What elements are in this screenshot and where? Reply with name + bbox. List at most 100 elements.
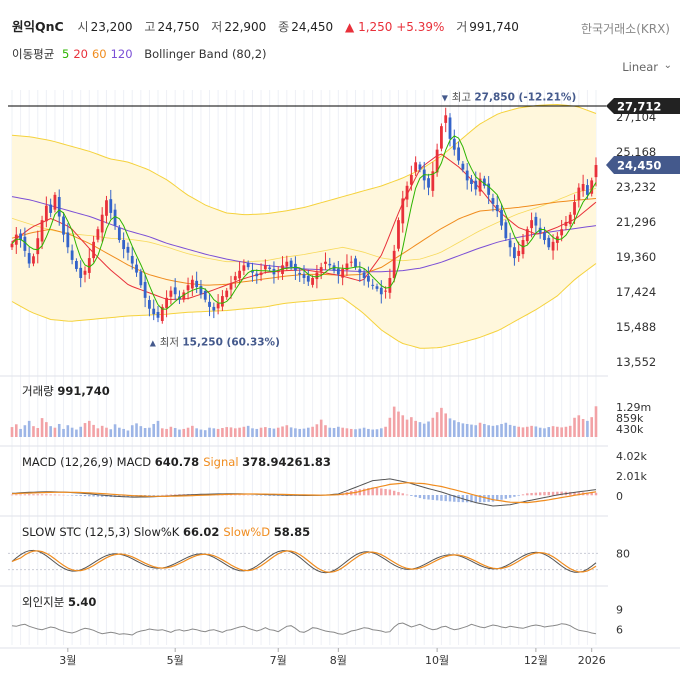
candle-body xyxy=(401,198,405,224)
volume-bar xyxy=(452,420,456,437)
macd-histogram-bar xyxy=(375,487,379,496)
macd-histogram-bar xyxy=(10,494,14,496)
volume-bar xyxy=(246,425,250,437)
candle-body xyxy=(560,229,564,236)
highest-annotation: 최고 27,850 (-12.21%) xyxy=(452,92,577,104)
candle-body xyxy=(358,269,362,273)
candle-body xyxy=(242,265,246,271)
volume-bar xyxy=(543,428,546,437)
macd-histogram-bar xyxy=(384,488,387,496)
highest-value: 27,850 (-12.21%) xyxy=(474,92,576,104)
candle-body xyxy=(27,253,31,264)
price-tick-label: 17,424 xyxy=(616,285,656,299)
macd-histogram-bar xyxy=(530,492,533,496)
macd-tick-label: 4.02k xyxy=(616,450,647,463)
candle-body xyxy=(465,170,469,181)
stc-tick-label: 80 xyxy=(616,547,630,560)
lowest-label: 최저 xyxy=(160,336,183,348)
volume-bar xyxy=(27,420,31,437)
macd-histogram-bar xyxy=(513,495,516,497)
candle-body xyxy=(513,247,516,259)
candle-body xyxy=(397,220,400,249)
volume-bar xyxy=(285,425,289,437)
volume-bar xyxy=(495,425,499,437)
volume-bar xyxy=(118,427,121,437)
volume-bar xyxy=(315,424,319,437)
volume-bar xyxy=(525,426,529,437)
volume-bar xyxy=(414,420,417,437)
volume-bar xyxy=(268,428,271,437)
candle-body xyxy=(427,178,430,188)
volume-bar xyxy=(581,419,585,437)
candle-body xyxy=(10,243,14,248)
volume-bar xyxy=(139,426,143,437)
stock-chart[interactable]: 13,55215,48817,42419,36021,29623,23225,1… xyxy=(0,0,680,697)
volume-bar xyxy=(324,425,327,437)
volume-bar xyxy=(160,428,164,437)
volume-bar xyxy=(19,428,22,437)
signal-label: Signal xyxy=(203,455,242,469)
candle-body xyxy=(66,232,70,248)
candle-body xyxy=(169,290,173,297)
volume-bar xyxy=(14,424,18,437)
volume-bar xyxy=(203,430,207,437)
macd-tick-label: 2.01k xyxy=(616,470,647,483)
volume-bar xyxy=(45,422,48,437)
macd-histogram-bar xyxy=(45,494,48,496)
candle-body xyxy=(156,311,160,318)
volume-bar xyxy=(281,426,284,437)
macd-histogram-bar xyxy=(32,494,35,496)
macd-histogram-bar xyxy=(165,494,168,496)
candle-body xyxy=(375,286,379,289)
volume-bar xyxy=(49,426,52,437)
candle-body xyxy=(371,284,375,286)
candle-body xyxy=(517,250,521,256)
volume-bar xyxy=(465,423,469,437)
volume-bar xyxy=(152,423,156,437)
macd-histogram-bar xyxy=(27,494,31,496)
candle-body xyxy=(57,197,61,217)
macd-histogram-bar xyxy=(75,495,78,496)
candle-body xyxy=(543,232,546,241)
candle-body xyxy=(139,271,143,286)
volume-bar xyxy=(586,420,589,437)
volume-bar xyxy=(302,428,306,437)
volume-bar xyxy=(251,428,254,437)
candle-body xyxy=(32,256,35,264)
macd-histogram-bar xyxy=(388,489,392,496)
macd-histogram-bar xyxy=(58,494,61,496)
volume-bar xyxy=(289,427,293,437)
candle xyxy=(139,268,143,288)
macd-histogram-bar xyxy=(15,494,18,496)
macd-histogram-bar xyxy=(465,495,469,503)
macd-histogram-bar xyxy=(423,495,426,500)
high-price-marker-label: 27,712 xyxy=(617,100,661,114)
volume-bar xyxy=(57,423,61,437)
x-tick-label: 3월 xyxy=(59,654,76,667)
volume-bar xyxy=(191,425,194,437)
highest-label: 최고 xyxy=(452,92,475,104)
volume-bar xyxy=(401,415,405,437)
candle xyxy=(440,123,443,152)
volume-bar xyxy=(182,428,186,437)
volume-title-value: 991,740 xyxy=(57,384,109,398)
volume-bar xyxy=(165,428,168,437)
volume-bar xyxy=(233,428,237,437)
price-tick-label: 13,552 xyxy=(616,355,656,369)
macd-histogram-bar xyxy=(444,495,447,502)
volume-bar xyxy=(212,428,216,437)
macd-histogram-bar xyxy=(427,495,430,500)
macd-histogram-bar xyxy=(440,495,443,501)
candle-body xyxy=(414,162,418,172)
volume-bar xyxy=(388,417,392,437)
candle xyxy=(590,177,594,197)
macd-histogram-bar xyxy=(543,492,546,496)
macd-histogram-bar xyxy=(264,495,267,496)
x-tick-label: 5월 xyxy=(167,654,184,667)
macd-histogram-bar xyxy=(534,492,538,496)
candle-body xyxy=(165,297,168,308)
volume-bar xyxy=(354,429,357,437)
volume-bar xyxy=(79,426,83,437)
volume-bar xyxy=(435,412,439,437)
volume-bar xyxy=(178,429,181,437)
